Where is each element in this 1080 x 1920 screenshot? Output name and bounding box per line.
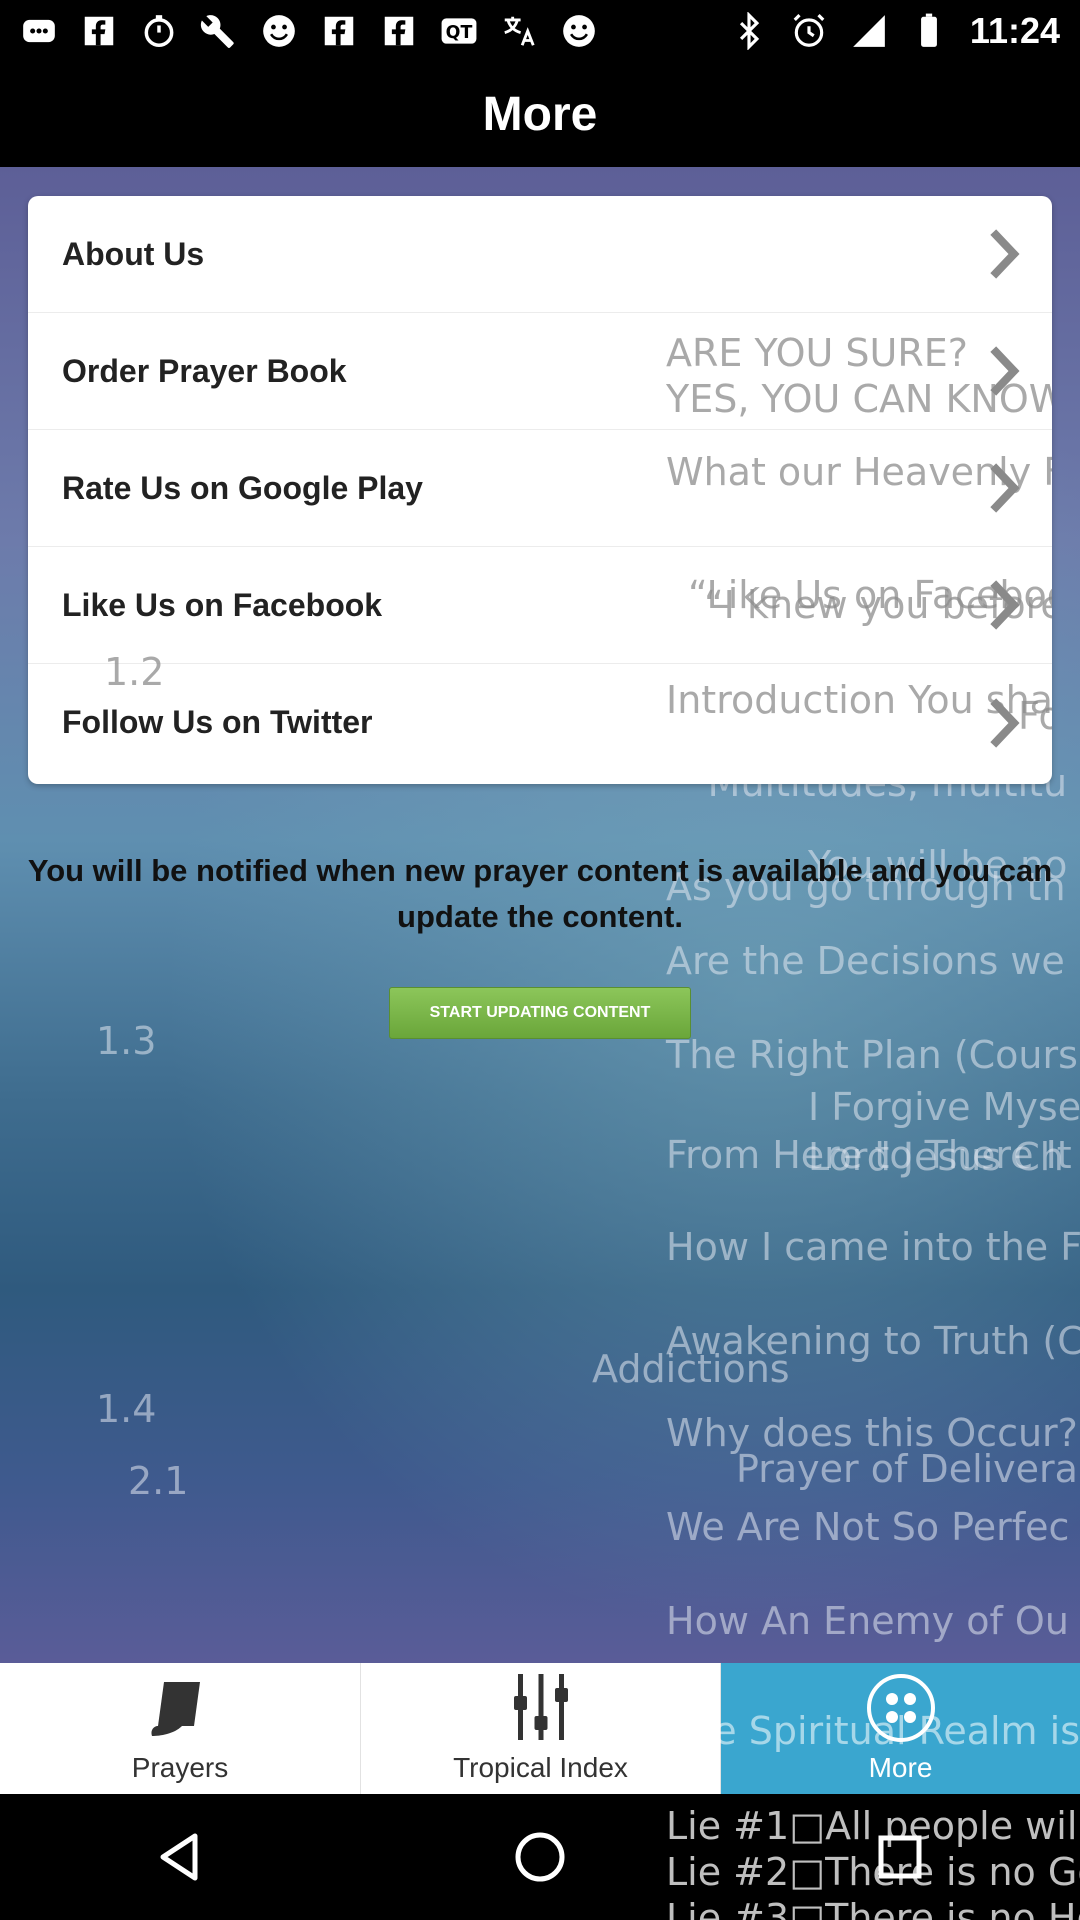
tab-prayers[interactable]: Prayers bbox=[0, 1663, 360, 1794]
page-title: More bbox=[482, 88, 598, 141]
tab-label: More bbox=[868, 1752, 933, 1783]
ghost-text: The Spiritual Realm is bbox=[666, 1709, 1080, 1753]
tab-label: Prayers bbox=[131, 1752, 229, 1783]
status-bar: QT 11:24 bbox=[0, 0, 1080, 62]
ghost-text: 1.3 bbox=[96, 1019, 157, 1063]
ghost-text: ARE YOU SURE? bbox=[666, 331, 968, 375]
ghost-text: 1.2 bbox=[104, 650, 165, 694]
svg-text:QT: QT bbox=[446, 23, 473, 43]
chat-icon bbox=[20, 12, 58, 50]
ghost-text: How I came into the F bbox=[666, 1225, 1080, 1269]
ghost-text: I Forgive Myse bbox=[808, 1085, 1080, 1129]
sliders-icon bbox=[513, 1674, 568, 1740]
update-notice: You will be notified when new prayer con… bbox=[27, 853, 1053, 934]
ghost-text: Addictions bbox=[592, 1347, 790, 1391]
status-left-icons: QT bbox=[20, 12, 598, 50]
menu-item-label: Rate Us on Google Play bbox=[62, 469, 423, 506]
system-nav-bar: Lie #1□All people will Lie #2□There is n… bbox=[0, 1794, 1080, 1920]
menu-item-order-prayer-book[interactable]: Order Prayer Book ARE YOU SURE? YES, YOU… bbox=[28, 313, 1052, 430]
tab-label: Tropical Index bbox=[453, 1752, 628, 1783]
ghost-text: 1.4 bbox=[96, 1387, 157, 1431]
menu-item-rate-us[interactable]: Rate Us on Google Play What our Heavenly… bbox=[28, 430, 1052, 547]
stopwatch-icon bbox=[140, 12, 178, 50]
translate-icon bbox=[500, 12, 538, 50]
smiley-icon bbox=[560, 12, 598, 50]
signal-icon bbox=[850, 12, 888, 50]
battery-icon bbox=[910, 12, 948, 50]
ghost-text: From Here to There It bbox=[666, 1133, 1072, 1177]
ghost-text: Prayer of Deliveran bbox=[736, 1447, 1080, 1491]
menu-card: About Us Order Prayer Book ARE YOU SURE?… bbox=[28, 196, 1052, 784]
ghost-text: Lie #3□There is no Ho bbox=[666, 1896, 1080, 1920]
app-header: More bbox=[0, 62, 1080, 167]
menu-item-like-facebook[interactable]: Like Us on Facebook “I knew you before I… bbox=[28, 547, 1052, 664]
status-right-icons: 11:24 bbox=[730, 10, 1060, 52]
menu-item-about-us[interactable]: About Us bbox=[28, 196, 1052, 313]
chevron-right-icon bbox=[990, 346, 1020, 396]
menu-item-label: Follow Us on Twitter bbox=[62, 704, 373, 740]
ghost-text: 2.1 bbox=[128, 1459, 189, 1503]
ghost-text: Lie #2□There is no Go bbox=[666, 1850, 1080, 1894]
ghost-text: We Are Not So Perfec bbox=[666, 1505, 1070, 1549]
ghost-text: Lie #1□All people will bbox=[666, 1804, 1080, 1848]
facebook-icon bbox=[320, 12, 358, 50]
book-icon bbox=[151, 1682, 200, 1736]
smiley-icon bbox=[260, 12, 298, 50]
menu-item-label: About Us bbox=[62, 235, 205, 272]
facebook-icon bbox=[380, 12, 418, 50]
menu-item-label: Order Prayer Book bbox=[62, 352, 347, 389]
chevron-right-icon bbox=[990, 229, 1020, 279]
ghost-text: How An Enemy of Ou bbox=[666, 1599, 1069, 1643]
qt-icon: QT bbox=[440, 12, 478, 50]
alarm-icon bbox=[790, 12, 828, 50]
menu-item-follow-twitter[interactable]: Follow Us on Twitter 1.2 Introduction Yo… bbox=[28, 650, 1052, 781]
facebook-icon bbox=[80, 12, 118, 50]
home-icon[interactable] bbox=[505, 1822, 575, 1892]
chevron-right-icon bbox=[990, 697, 1020, 748]
bluetooth-icon bbox=[730, 12, 768, 50]
ghost-text: The Right Plan (Cours bbox=[666, 1033, 1078, 1077]
chevron-right-icon bbox=[990, 463, 1020, 513]
status-time: 11:24 bbox=[969, 10, 1060, 51]
chevron-right-icon bbox=[990, 580, 1020, 630]
start-updating-content-button[interactable]: START UPDATING CONTENT bbox=[389, 987, 691, 1039]
back-icon[interactable] bbox=[145, 1822, 215, 1892]
bottom-tab-bar: Prayers Tropical Index More The Spiritua… bbox=[0, 1663, 1080, 1794]
wrench-icon bbox=[200, 12, 238, 50]
ghost-text: Are the Decisions we bbox=[666, 939, 1065, 983]
menu-item-label: Like Us on Facebook bbox=[62, 586, 383, 623]
